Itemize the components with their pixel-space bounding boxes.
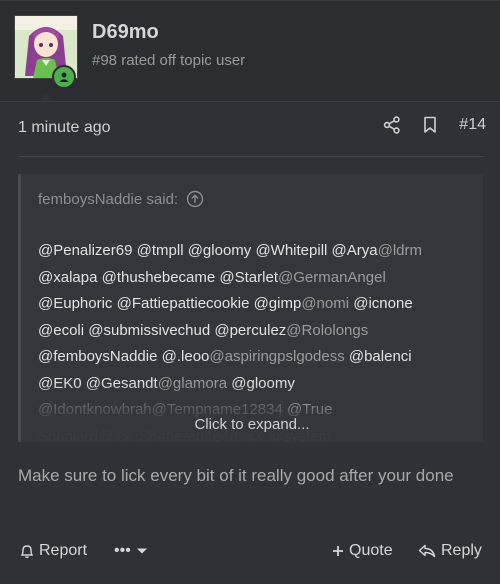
mention-link[interactable]: @femboysNaddie xyxy=(38,348,162,365)
mention-link[interactable]: @ecoli xyxy=(38,322,88,339)
mention-link[interactable]: @.leoo xyxy=(162,348,210,365)
plus-icon xyxy=(333,546,343,556)
more-label: ••• xyxy=(114,542,131,559)
share-icon[interactable] xyxy=(383,116,401,134)
quote-author: femboysNaddie said: xyxy=(38,190,179,208)
mention-link[interactable]: @GermanAngel xyxy=(278,269,386,286)
reply-button[interactable]: Reply xyxy=(418,542,482,560)
online-status-badge xyxy=(52,65,76,89)
post-actions: Report ••• Quote Reply xyxy=(18,542,486,566)
quote-header[interactable]: femboysNaddie said: xyxy=(38,190,204,208)
mention-link[interactable]: @icnone xyxy=(353,295,412,312)
post-number-link[interactable]: #14 xyxy=(459,116,486,134)
post-message: Make sure to lick every bit of it really… xyxy=(18,466,454,485)
mention-link[interactable]: @gloomy xyxy=(188,242,256,259)
user-header: D69mo #98 rated off topic user xyxy=(0,1,500,103)
post-tools: #14 xyxy=(383,116,486,134)
mention-link[interactable]: @nomi xyxy=(301,295,353,312)
user-title: #98 rated off topic user xyxy=(92,52,246,69)
mention-link[interactable]: @aspiringpslgodess xyxy=(209,348,348,365)
divider xyxy=(18,156,484,157)
mention-link[interactable]: @gimp xyxy=(254,295,302,312)
mention-link[interactable]: @Rololongs xyxy=(286,322,368,339)
mention-link[interactable]: @tmpll xyxy=(137,242,188,259)
reply-label: Reply xyxy=(441,542,482,559)
quote-line: @Penalizer69 @tmpll @gloomy @Whitepill @… xyxy=(38,238,478,265)
username[interactable]: D69mo xyxy=(92,21,159,44)
reply-arrow-icon xyxy=(418,544,436,558)
quote-line: @ecoli @submissivechud @perculez@Rololon… xyxy=(38,318,478,345)
quote-line: @xalapa @thushebecame @Starlet@GermanAng… xyxy=(38,265,478,292)
bookmark-icon[interactable] xyxy=(423,116,437,134)
expand-quote-button[interactable]: Click to expand... xyxy=(21,416,483,433)
quote-line: @femboysNaddie @.leoo@aspiringpslgodess … xyxy=(38,344,478,371)
mention-link[interactable]: @Whitepill xyxy=(255,242,331,259)
more-options-button[interactable]: ••• xyxy=(114,542,148,560)
quote-block: femboysNaddie said: @Penalizer69 @tmpll … xyxy=(18,174,483,442)
report-label: Report xyxy=(39,542,88,559)
post: 1 minute ago #14 femboysNaddie said: @Pe… xyxy=(0,101,500,584)
mention-link[interactable]: @balenci xyxy=(349,348,412,365)
mention-link[interactable]: @submissivechud xyxy=(88,322,214,339)
mention-link[interactable]: @perculez xyxy=(214,322,286,339)
quote-label: Quote xyxy=(349,542,393,559)
mention-link[interactable]: @Starlet xyxy=(219,269,278,286)
mention-link[interactable]: @ldrm xyxy=(378,242,422,259)
quote-line: @Euphoric @Fattiepattiecookie @gimp@nomi… xyxy=(38,291,478,318)
mention-link[interactable]: @Arya xyxy=(332,242,378,259)
quote-fade xyxy=(21,382,483,442)
mention-link[interactable]: @xalapa xyxy=(38,269,102,286)
caret-down-icon xyxy=(136,548,147,554)
mention-link[interactable]: @Euphoric xyxy=(38,295,117,312)
mention-link[interactable]: @Penalizer69 xyxy=(38,242,137,259)
mention-link[interactable]: @Fattiepattiecookie xyxy=(117,295,254,312)
bell-icon xyxy=(20,545,34,559)
post-timestamp[interactable]: 1 minute ago xyxy=(18,119,111,137)
user-icon xyxy=(59,72,69,82)
arrow-up-circle-icon[interactable] xyxy=(186,190,204,208)
quote-button[interactable]: Quote xyxy=(332,542,393,560)
mention-link[interactable]: @thushebecame xyxy=(102,269,220,286)
report-button[interactable]: Report xyxy=(20,542,87,560)
